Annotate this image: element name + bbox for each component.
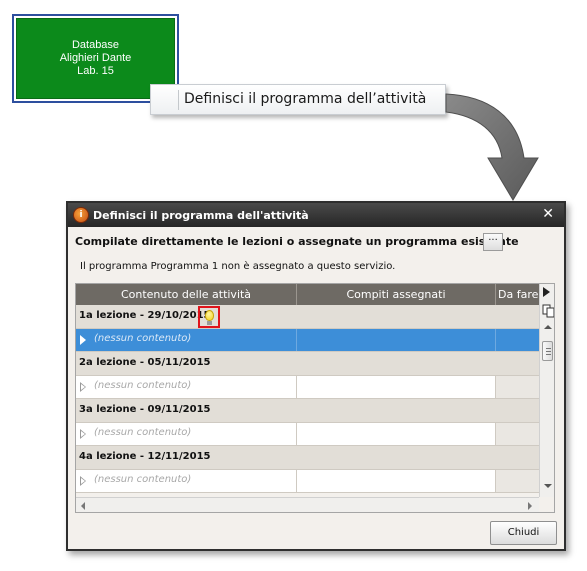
instruction-row: Compilate direttamente le lezioni o asse… [75, 233, 556, 253]
vertical-scrollbar[interactable] [539, 284, 555, 497]
lesson-label: 1a lezione - 29/10/2015 [79, 310, 211, 321]
horizontal-scrollbar[interactable] [76, 497, 539, 512]
close-icon[interactable]: ✕ [542, 206, 554, 222]
grip-line [546, 354, 551, 355]
empty-content-text: (nessun contenuto) [94, 380, 192, 391]
todo-cell[interactable] [496, 423, 539, 445]
todo-cell[interactable] [496, 329, 539, 351]
grip-line [546, 351, 551, 352]
curved-arrow-icon [445, 93, 539, 201]
scroll-right-icon[interactable] [528, 502, 532, 510]
lesson-content-row[interactable]: (nessun contenuto) [76, 470, 539, 493]
scroll-thumb[interactable] [542, 341, 553, 361]
scroll-down-icon[interactable] [544, 484, 552, 488]
lessons-grid: Contenuto delle attività Compiti assegna… [75, 283, 555, 513]
context-menu-item[interactable]: Definisci il programma dell’attività [150, 84, 446, 115]
scroll-up-icon[interactable] [544, 325, 552, 329]
column-header-homework[interactable]: Compiti assegnati [297, 284, 496, 305]
lesson-content-row[interactable]: (nessun contenuto) [76, 376, 539, 399]
lesson-header-row[interactable]: 3a lezione - 09/11/2015 [76, 399, 539, 423]
content-cell[interactable]: (nessun contenuto) [76, 376, 297, 398]
lesson-label: 3a lezione - 09/11/2015 [79, 404, 211, 415]
homework-cell[interactable] [297, 376, 496, 398]
lesson-content-row[interactable]: (nessun contenuto) [76, 329, 539, 352]
assign-program-button[interactable]: ··· [483, 233, 503, 251]
content-cell[interactable]: (nessun contenuto) [76, 329, 297, 351]
tile-line-subject: Database [71, 39, 120, 51]
empty-content-text: (nessun contenuto) [94, 333, 192, 344]
column-header-content[interactable]: Contenuto delle attività [76, 284, 297, 305]
todo-cell[interactable] [496, 376, 539, 398]
highlight-box [198, 306, 220, 328]
homework-cell[interactable] [297, 470, 496, 492]
dialog-titlebar: i Definisci il programma dell'attività ✕ [68, 203, 564, 227]
copy-icon[interactable] [542, 304, 555, 318]
todo-cell[interactable] [496, 470, 539, 492]
menu-separator [178, 90, 179, 110]
lightbulb-icon[interactable] [205, 310, 214, 321]
grip-line [546, 348, 551, 349]
lesson-header-row[interactable]: 1a lezione - 29/10/2015 [76, 305, 539, 329]
grid-rows: 1a lezione - 29/10/2015 (nessun contenut… [76, 305, 539, 493]
content-cell[interactable]: (nessun contenuto) [76, 470, 297, 492]
expand-arrow-icon[interactable] [80, 335, 86, 345]
empty-content-text: (nessun contenuto) [94, 427, 192, 438]
lesson-header-row[interactable]: 2a lezione - 05/11/2015 [76, 352, 539, 376]
app-logo-icon: i [73, 207, 89, 223]
lightbulb-base [207, 321, 212, 325]
close-button[interactable]: Chiudi [490, 521, 557, 545]
column-header-todo[interactable]: Da fare [496, 284, 539, 305]
empty-content-text: (nessun contenuto) [94, 474, 192, 485]
expand-arrow-icon[interactable] [80, 429, 86, 439]
lesson-label: 2a lezione - 05/11/2015 [79, 357, 211, 368]
tile-line-teacher: Alighieri Dante [59, 52, 132, 64]
content-cell[interactable]: (nessun contenuto) [76, 423, 297, 445]
scroll-left-icon[interactable] [81, 502, 85, 510]
homework-cell[interactable] [297, 423, 496, 445]
define-program-dialog: i Definisci il programma dell'attività ✕… [66, 201, 566, 551]
lesson-content-row[interactable]: (nessun contenuto) [76, 423, 539, 446]
scroll-columns-right-icon[interactable] [543, 287, 550, 297]
lesson-label: 4a lezione - 12/11/2015 [79, 451, 211, 462]
dialog-title: Definisci il programma dell'attività [93, 208, 309, 222]
homework-cell[interactable] [297, 329, 496, 351]
tile-line-room: Lab. 15 [77, 65, 114, 77]
expand-arrow-icon[interactable] [80, 382, 86, 392]
context-menu-label: Definisci il programma dell’attività [184, 91, 427, 107]
expand-arrow-icon[interactable] [80, 476, 86, 486]
status-message: Il programma Programma 1 non è assegnato… [80, 261, 396, 272]
grid-header: Contenuto delle attività Compiti assegna… [76, 284, 539, 305]
lesson-header-row[interactable]: 4a lezione - 12/11/2015 [76, 446, 539, 470]
